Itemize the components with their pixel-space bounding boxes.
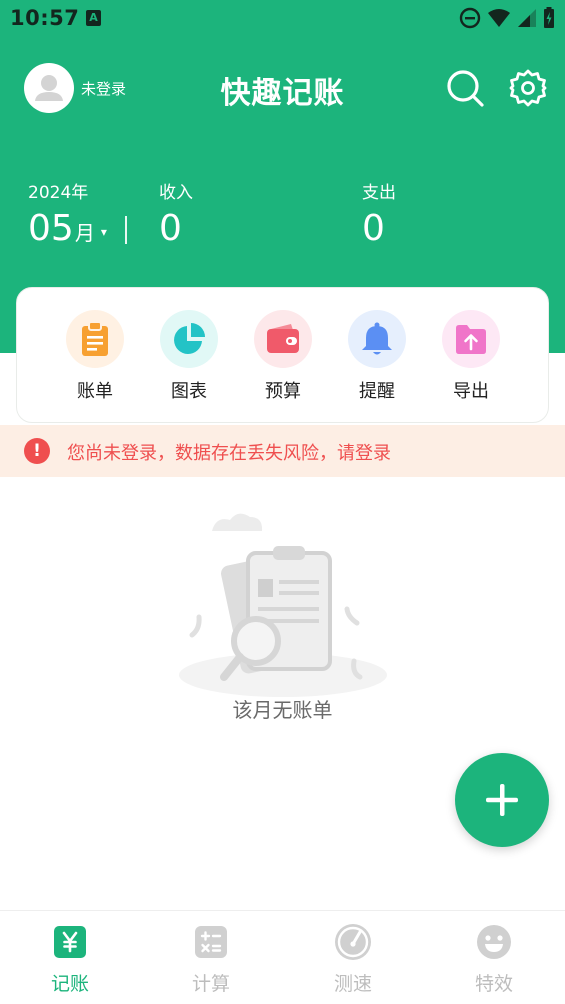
nav-item-calculator[interactable]: 计算 [161, 923, 261, 996]
wallet-icon [267, 324, 299, 353]
action-bills-icon-wrap [66, 310, 124, 368]
calculator-icon [195, 926, 227, 958]
search-button[interactable] [445, 68, 485, 108]
action-budget[interactable]: 预算 [243, 310, 323, 403]
action-reminder-icon-wrap [348, 310, 406, 368]
smiley-icon [477, 925, 511, 959]
nav-label-calculator: 计算 [191, 973, 230, 995]
action-budget-label: 预算 [265, 381, 301, 402]
nav-item-effects[interactable]: 特效 [444, 923, 544, 996]
caret-down-icon: ▾ [100, 225, 107, 239]
nav-label-bookkeeping: 记账 [50, 973, 89, 995]
action-reminder[interactable]: 提醒 [337, 310, 417, 403]
action-charts-label: 图表 [171, 381, 207, 402]
action-export-label: 导出 [453, 381, 489, 402]
action-bills-label: 账单 [77, 381, 113, 402]
nav-icon-speedtest [334, 923, 372, 961]
nav-item-bookkeeping[interactable]: 记账 [20, 923, 120, 996]
nav-icon-bookkeeping [51, 923, 89, 961]
login-warning-banner[interactable]: ! 您尚未登录，数据存在丢失风险，请登录 [0, 425, 565, 477]
action-charts[interactable]: 图表 [149, 310, 229, 403]
status-time: 10:57 [10, 6, 80, 30]
income-value: 0 [159, 208, 182, 249]
wifi-icon [488, 9, 510, 27]
action-export-icon-wrap [442, 310, 500, 368]
search-icon [447, 70, 484, 107]
action-bills[interactable]: 账单 [55, 310, 135, 403]
nav-item-speedtest[interactable]: 测速 [303, 923, 403, 996]
bottom-navigation: 记账 计算 测速 特效 [0, 910, 565, 1004]
plus-icon [486, 784, 518, 816]
expense-value: 0 [362, 208, 385, 249]
signal-icon [518, 9, 536, 27]
action-export[interactable]: 导出 [431, 310, 511, 403]
login-warning-text: 您尚未登录，数据存在丢失风险，请登录 [67, 443, 391, 464]
nav-icon-calculator [192, 923, 230, 961]
status-bar: 10:57 A [0, 0, 565, 38]
pie-chart-icon [174, 323, 205, 354]
gear-icon [509, 69, 547, 107]
month-value: 05 [28, 208, 74, 249]
add-record-button[interactable] [455, 753, 549, 847]
notification-a-icon: A [86, 10, 101, 26]
action-charts-icon-wrap [160, 310, 218, 368]
action-reminder-label: 提醒 [359, 381, 395, 402]
bell-icon [362, 322, 392, 355]
alert-icon: ! [24, 438, 50, 464]
summary-divider [125, 216, 127, 244]
year-label: 2024年 [28, 183, 89, 203]
month-unit: 月 [74, 221, 95, 245]
action-budget-icon-wrap [254, 310, 312, 368]
nav-label-speedtest: 测速 [333, 973, 372, 995]
speedometer-icon [335, 924, 371, 960]
battery-icon [544, 7, 554, 28]
yen-icon [54, 926, 86, 958]
settings-button[interactable] [508, 68, 548, 108]
empty-bill-icon [179, 513, 387, 697]
month-selector[interactable]: 05 月 ▾ [28, 208, 107, 249]
empty-state-text: 该月无账单 [232, 698, 333, 722]
quick-actions-card: 账单 图表 预算 提醒 导出 [16, 287, 549, 423]
folder-upload-icon [456, 325, 486, 354]
empty-clipboard-illustration [172, 505, 394, 697]
clipboard-icon [82, 321, 108, 356]
nav-label-effects: 特效 [474, 973, 513, 995]
nav-icon-effects [475, 923, 513, 961]
expense-label: 支出 [362, 183, 396, 203]
income-label: 收入 [159, 183, 193, 203]
do-not-disturb-icon [459, 7, 481, 29]
status-icons [459, 7, 555, 29]
